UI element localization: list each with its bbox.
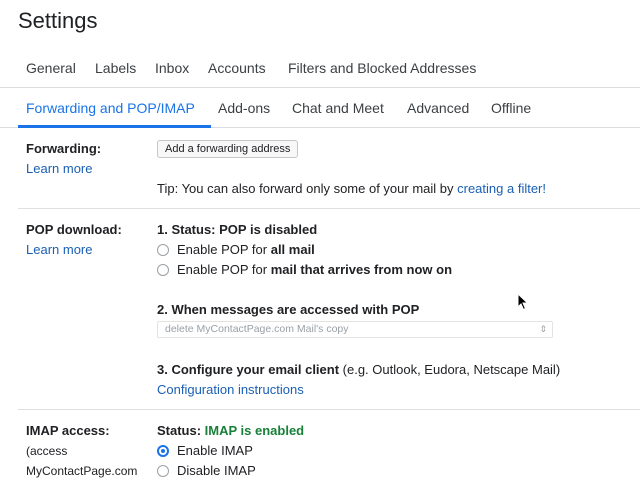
pop-download-label: POP download: — [26, 222, 122, 237]
forwarding-tip-text: Tip: You can also forward only some of y… — [157, 181, 458, 196]
pop-action-select[interactable]: delete MyContactPage.com Mail's copy ⇕ — [157, 321, 553, 338]
pop-status-value: POP is disabled — [219, 222, 318, 237]
imap-access-subtext-1: (access — [26, 444, 68, 458]
pop-option1-bold: all mail — [270, 242, 315, 257]
pop-option2-prefix: Enable POP for — [177, 262, 271, 277]
pop-status-prefix: 1. Status: — [157, 222, 220, 237]
section-divider — [18, 208, 640, 209]
add-forwarding-address-button[interactable]: Add a forwarding address — [157, 140, 299, 158]
pop-from-now-label[interactable]: Enable POP for mail that arrives from no… — [177, 262, 452, 277]
imap-access-subtext-2: MyContactPage.com — [26, 464, 138, 478]
enable-imap-label[interactable]: Enable IMAP — [177, 443, 253, 458]
disable-imap-label[interactable]: Disable IMAP — [177, 463, 256, 478]
configure-client-rest: (e.g. Outlook, Eudora, Netscape Mail) — [339, 362, 561, 377]
tab-accounts[interactable]: Accounts — [208, 60, 266, 76]
updown-chevron-icon: ⇕ — [539, 324, 547, 334]
mouse-pointer-icon — [517, 293, 529, 311]
pop-learn-more-link[interactable]: Learn more — [26, 242, 92, 257]
imap-status: Status: IMAP is enabled — [157, 423, 304, 438]
forwarding-learn-more-link[interactable]: Learn more — [26, 161, 92, 176]
pop-when-accessed-heading: 2. When messages are accessed with POP — [157, 302, 420, 317]
configuration-instructions-link[interactable]: Configuration instructions — [157, 382, 304, 397]
tab-inbox[interactable]: Inbox — [155, 60, 189, 76]
pop-option1-prefix: Enable POP for — [177, 242, 271, 257]
forwarding-tip: Tip: You can also forward only some of y… — [157, 181, 546, 196]
disable-imap-radio[interactable] — [157, 465, 169, 477]
configure-client-bold: 3. Configure your email client — [157, 362, 340, 377]
enable-imap-radio[interactable] — [157, 445, 169, 457]
pop-action-select-value: delete MyContactPage.com Mail's copy — [165, 323, 349, 335]
tabs-row-secondary: Forwarding and POP/IMAP Add-ons Chat and… — [0, 97, 640, 128]
pop-all-mail-radio[interactable] — [157, 244, 169, 256]
pop-all-mail-label[interactable]: Enable POP for all mail — [177, 242, 315, 257]
pop-option2-bold: mail that arrives from now on — [270, 262, 453, 277]
tab-advanced[interactable]: Advanced — [407, 100, 469, 116]
pop-from-now-radio[interactable] — [157, 264, 169, 276]
tab-labels[interactable]: Labels — [95, 60, 136, 76]
tab-add-ons[interactable]: Add-ons — [218, 100, 270, 116]
tab-offline[interactable]: Offline — [491, 100, 531, 116]
configure-client-text: 3. Configure your email client (e.g. Out… — [157, 362, 560, 377]
creating-filter-link[interactable]: creating a filter! — [457, 181, 546, 196]
section-divider — [18, 409, 640, 410]
pop-status: 1. Status: POP is disabled — [157, 222, 317, 237]
imap-status-prefix: Status: — [157, 423, 205, 438]
active-tab-indicator — [18, 125, 211, 128]
tab-general[interactable]: General — [26, 60, 76, 76]
forwarding-label: Forwarding: — [26, 141, 102, 156]
imap-access-label: IMAP access: — [26, 423, 110, 438]
page-title: Settings — [18, 8, 98, 33]
tab-forwarding-pop-imap[interactable]: Forwarding and POP/IMAP — [26, 100, 195, 116]
tab-filters-and-blocked-addresses[interactable]: Filters and Blocked Addresses — [288, 60, 476, 76]
imap-status-value: IMAP is enabled — [204, 423, 305, 438]
tab-chat-and-meet[interactable]: Chat and Meet — [292, 100, 384, 116]
tabs-row-primary: General Labels Inbox Accounts Filters an… — [0, 58, 640, 88]
